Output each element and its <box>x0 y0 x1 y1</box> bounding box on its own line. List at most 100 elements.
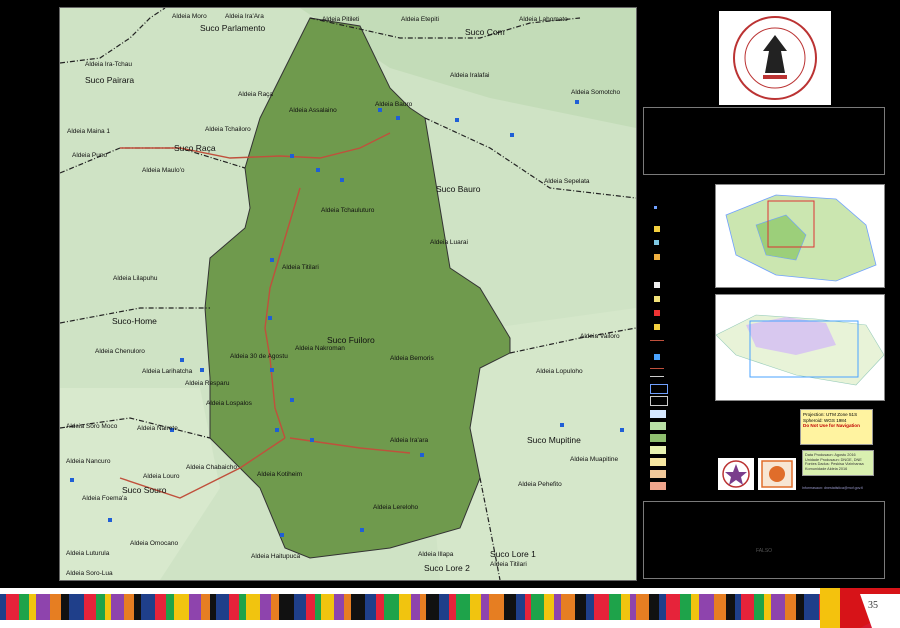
tais-stripe <box>726 594 735 620</box>
tais-pattern-border <box>0 588 900 628</box>
data-source-line: Komunidade Aldeia 2016 <box>805 466 848 471</box>
tais-stripe <box>649 594 659 620</box>
tais-stripe <box>271 594 279 620</box>
tais-stripe <box>294 594 306 620</box>
suco-label: Suco-Home <box>112 316 157 326</box>
aldeia-label: Aldeia Bemoris <box>390 355 434 362</box>
navigation-warning: Do Not Use for Navigation <box>803 423 860 429</box>
legend-swatch <box>650 434 666 442</box>
tais-stripe <box>764 594 771 620</box>
aldeia-label: Aldeia Lospalos <box>206 400 252 407</box>
legend-swatch <box>650 422 666 430</box>
tais-stripe <box>216 594 229 620</box>
tais-stripe <box>735 594 741 620</box>
tais-stripe <box>680 594 691 620</box>
aldeia-label: Aldeia Ira-Tchau <box>85 61 132 68</box>
aldeia-label: Aldeia Moro <box>172 13 207 20</box>
aldeia-label: Aldeia Lereloho <box>373 504 419 511</box>
locator-map-district[interactable] <box>715 184 885 288</box>
notes-text: FALSO <box>755 548 773 554</box>
suco-label: Suco Lore 2 <box>424 563 470 573</box>
aldeia-label: Aldeia Kotiheim <box>257 471 303 478</box>
tais-stripe <box>525 594 531 620</box>
tais-stripe <box>134 594 141 620</box>
tais-stripe <box>174 594 189 620</box>
suco-label: Suco Pairara <box>85 75 135 85</box>
legend-box <box>650 396 668 406</box>
aldeia-label: Aldeia Tchailoro <box>205 126 251 133</box>
tais-stripe <box>19 594 29 620</box>
tais-stripe <box>260 594 271 620</box>
tais-stripe <box>210 594 216 620</box>
legend-swatch <box>650 458 666 466</box>
tais-stripe <box>365 594 376 620</box>
tais-stripe <box>785 594 796 620</box>
tais-stripe <box>636 594 649 620</box>
aldeia-label: Aldeia Larihatcha <box>142 368 193 375</box>
main-map[interactable]: Suco Parlamento Suco Com Suco Pairara Su… <box>59 7 637 581</box>
tais-stripe <box>544 594 554 620</box>
tais-stripe <box>439 594 449 620</box>
suco-label: Suco Parlamento <box>200 23 266 33</box>
legend-box <box>650 384 668 394</box>
tais-stripe <box>754 594 764 620</box>
tais-stripe <box>0 594 6 620</box>
tais-stripe <box>124 594 134 620</box>
tais-stripe <box>189 594 201 620</box>
tais-stripe <box>554 594 561 620</box>
aldeia-label: Aldeia Nancuro <box>66 458 111 465</box>
tais-stripe <box>699 594 714 620</box>
tais-stripe <box>470 594 481 620</box>
aldeia-label: Aldeia Lopuloho <box>536 368 583 375</box>
aldeia-label: Aldeia Iralafai <box>450 72 490 79</box>
tais-stripe <box>315 594 321 620</box>
aldeia-label: Aldeia Resparu <box>185 380 230 387</box>
tais-stripe <box>29 594 36 620</box>
data-source-line: Fontes Dadus: Peskisa Vizinhansa <box>805 462 864 467</box>
suco-label: Suco Raça <box>174 143 216 153</box>
legend-line <box>650 340 664 341</box>
legend-symbol <box>654 354 660 360</box>
locator-map-country[interactable] <box>715 294 885 401</box>
suco-label: Suco Fuiloro <box>327 335 375 345</box>
aldeia-label: Aldeia Puno <box>72 152 108 159</box>
aldeia-label: Aldeia Chabaicho <box>186 464 237 471</box>
emblem-right <box>758 458 796 490</box>
seal-icon <box>733 16 817 100</box>
tais-stripe <box>105 594 111 620</box>
tais-stripe <box>771 594 785 620</box>
aldeia-label: Aldeia Luturula <box>66 550 110 557</box>
tais-stripe <box>426 594 439 620</box>
tais-stripe <box>155 594 166 620</box>
country-inset-canvas <box>715 314 885 386</box>
legend-symbol <box>654 282 660 288</box>
aldeia-label: Aldeia Lilapuhu <box>113 275 158 282</box>
tais-stripe <box>399 594 411 620</box>
emblem-left <box>718 458 754 490</box>
tais-stripe <box>351 594 365 620</box>
tais-stripe <box>714 594 726 620</box>
tais-stripe <box>69 594 84 620</box>
tais-stripe <box>531 594 544 620</box>
contact-line: Informasaun: dnestatistica@mof.gov.tl <box>802 486 863 490</box>
aldeia-label: Aldeia Titilari <box>282 264 319 271</box>
legend-swatch <box>650 410 666 418</box>
tais-stripe <box>166 594 174 620</box>
tais-stripe <box>420 594 426 620</box>
aldeia-label: Aldeia Omocano <box>130 540 179 547</box>
suco-label: Suco Bauro <box>436 184 481 194</box>
aldeia-label: Aldeia Assalaino <box>289 107 337 114</box>
notes-panel: FALSO <box>643 501 885 579</box>
aldeia-label: Aldeia Nakroman <box>295 345 345 352</box>
tais-stripe <box>586 594 594 620</box>
tais-stripe <box>306 594 315 620</box>
tais-stripe <box>279 594 294 620</box>
tais-stripe <box>36 594 50 620</box>
tais-stripe <box>344 594 351 620</box>
tais-stripe <box>384 594 399 620</box>
tais-stripe <box>246 594 260 620</box>
data-source-note: Data Produsaun: Agostu 2016 Unidade Prod… <box>802 450 874 476</box>
aldeia-label: Aldeia Pitileti <box>322 16 360 23</box>
projection-note: Projection: UTM Zone 51S Spheroid: WGS 1… <box>800 409 873 445</box>
tais-stripe <box>594 594 609 620</box>
